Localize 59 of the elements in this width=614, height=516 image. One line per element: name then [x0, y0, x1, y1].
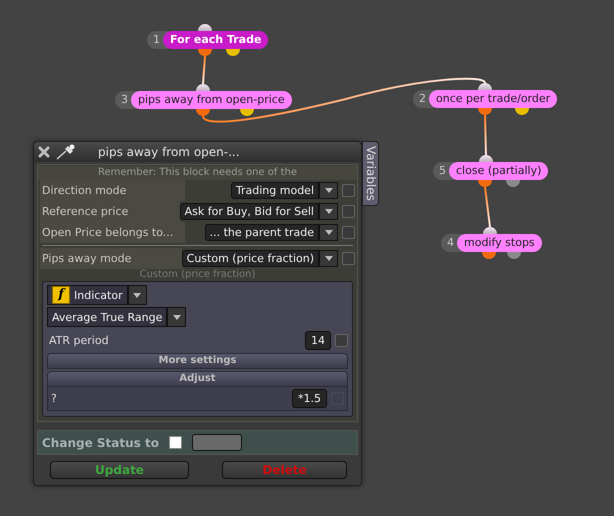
option-label: Direction mode [40, 180, 185, 201]
input-port[interactable] [198, 24, 212, 31]
status-checkbox[interactable] [168, 436, 182, 449]
option-dropdown[interactable]: Custom (price fraction) [182, 250, 319, 267]
update-button[interactable]: Update [50, 461, 189, 479]
block-node[interactable]: pips away from open-price [131, 91, 292, 109]
block-node[interactable]: For each Trade [163, 31, 268, 49]
block-node[interactable]: close (partially) [449, 162, 548, 180]
output-port[interactable] [478, 180, 492, 187]
option-dropdown[interactable]: Trading model [230, 182, 319, 199]
output-port[interactable] [478, 108, 492, 115]
output-port[interactable] [515, 108, 529, 115]
option-label: Pips away mode [40, 248, 182, 269]
adjust-label: ? [51, 392, 57, 405]
output-port[interactable] [196, 109, 210, 116]
dropdown-caret-icon[interactable] [319, 224, 338, 241]
pin-icon[interactable] [56, 144, 76, 160]
adjust-header: Adjust [47, 371, 348, 387]
variables-tab[interactable]: Variables [362, 141, 379, 206]
indicator-type-dropdown[interactable]: f Indicator [47, 285, 128, 305]
input-port[interactable] [196, 84, 210, 91]
output-port[interactable] [482, 252, 496, 259]
dropdown-value: Indicator [74, 288, 123, 302]
option-dropdown[interactable]: ... the parent trade [204, 224, 319, 241]
output-port[interactable] [507, 252, 521, 259]
dropdown-caret-icon[interactable] [319, 182, 338, 199]
close-icon[interactable] [38, 146, 50, 158]
input-port[interactable] [478, 83, 492, 90]
indicator-dropdown[interactable]: Average True Range [47, 307, 168, 327]
parameter-field[interactable]: 14 [305, 330, 331, 350]
status-label: Change Status to [42, 436, 159, 450]
dropdown-caret-icon[interactable] [167, 307, 186, 327]
block-node[interactable]: modify stops [457, 234, 542, 252]
checkbox[interactable] [335, 334, 348, 346]
option-dropdown[interactable]: Ask for Buy, Bid for Sell [180, 203, 319, 220]
dropdown-caret-icon[interactable] [319, 203, 338, 220]
connector-line [484, 187, 491, 227]
section-caption: Custom (price fraction) [138, 269, 256, 281]
output-port[interactable] [240, 109, 254, 116]
more-settings-bar[interactable]: More settings [47, 353, 348, 369]
checkbox[interactable] [342, 205, 355, 218]
dropdown-caret-icon[interactable] [128, 285, 147, 305]
dropdown-caret-icon[interactable] [319, 250, 338, 267]
status-color-field[interactable] [192, 434, 242, 451]
checkbox[interactable] [342, 226, 355, 239]
output-port[interactable] [226, 49, 240, 56]
option-label: Reference price [40, 201, 180, 222]
output-port[interactable] [198, 49, 212, 56]
parameter-label: ATR period [49, 334, 109, 346]
checkbox[interactable] [342, 252, 355, 265]
option-label: Open Price belongs to... [40, 222, 185, 243]
dialog-title: pips away from open-... [98, 145, 240, 159]
checkbox[interactable] [342, 184, 355, 197]
output-port[interactable] [506, 180, 520, 187]
input-port[interactable] [483, 227, 497, 234]
input-port[interactable] [479, 155, 493, 162]
block-node[interactable]: once per trade/order [429, 90, 558, 108]
notice-text: Remember: This block needs one of the [38, 166, 357, 180]
function-icon: f [52, 286, 70, 304]
